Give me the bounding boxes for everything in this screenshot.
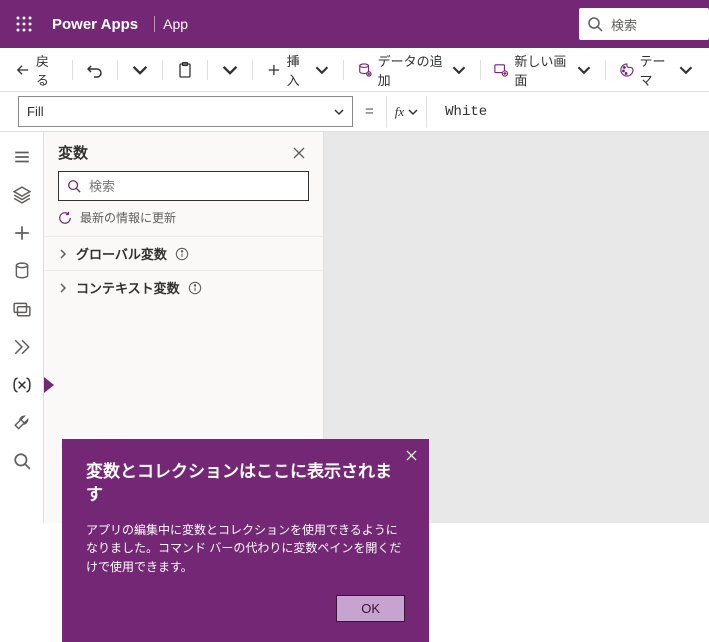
waffle-icon bbox=[16, 16, 32, 32]
property-name: Fill bbox=[27, 104, 44, 119]
group-context-variables[interactable]: コンテキスト変数 bbox=[44, 270, 323, 304]
rail-variables[interactable] bbox=[0, 366, 44, 404]
refresh-label: 最新の情報に更新 bbox=[80, 209, 176, 226]
rail-hamburger[interactable] bbox=[0, 138, 44, 176]
global-search-placeholder: 検索 bbox=[611, 15, 637, 34]
close-icon bbox=[406, 450, 417, 461]
callout-body: アプリの編集中に変数とコレクションを使用できるようになりました。コマンド バーの… bbox=[86, 521, 405, 577]
refresh-icon bbox=[58, 211, 72, 225]
formula-bar: Fill = fx White bbox=[0, 92, 709, 132]
search-icon bbox=[587, 16, 603, 32]
paste-dropdown[interactable] bbox=[214, 54, 246, 86]
info-icon[interactable] bbox=[175, 247, 189, 261]
variables-search[interactable] bbox=[58, 171, 309, 201]
chevron-right-icon bbox=[58, 249, 68, 259]
variable-icon bbox=[13, 376, 31, 394]
chevron-down-icon bbox=[222, 62, 238, 78]
property-selector[interactable]: Fill bbox=[18, 96, 353, 127]
undo-dropdown[interactable] bbox=[124, 54, 156, 86]
rail-media[interactable] bbox=[0, 290, 44, 328]
insert-label: 挿入 bbox=[287, 51, 309, 89]
chevron-down-icon bbox=[452, 62, 466, 78]
database-icon bbox=[358, 62, 372, 78]
variables-panel-title: 変数 bbox=[58, 142, 88, 163]
palette-icon bbox=[620, 62, 634, 78]
undo-icon bbox=[87, 62, 103, 78]
tools-icon bbox=[13, 414, 31, 432]
chevron-down-icon bbox=[334, 107, 344, 117]
rail-advanced-tools[interactable] bbox=[0, 404, 44, 442]
command-bar: 戻る 挿入 データの追加 新しい画面 テーマ bbox=[0, 48, 709, 92]
formula-input[interactable]: White bbox=[435, 96, 691, 127]
group-label: グローバル変数 bbox=[76, 244, 167, 263]
group-global-variables[interactable]: グローバル変数 bbox=[44, 236, 323, 270]
chevron-down-icon bbox=[408, 107, 418, 117]
rail-tree-view[interactable] bbox=[0, 176, 44, 214]
paste-button[interactable] bbox=[169, 54, 201, 86]
group-label: コンテキスト変数 bbox=[76, 278, 180, 297]
database-icon bbox=[13, 262, 31, 280]
new-screen-label: 新しい画面 bbox=[514, 51, 571, 89]
app-launcher-button[interactable] bbox=[0, 0, 48, 48]
back-arrow-icon bbox=[16, 62, 30, 78]
callout-pointer bbox=[44, 377, 54, 393]
separator bbox=[343, 60, 344, 80]
undo-button[interactable] bbox=[79, 54, 111, 86]
layers-icon bbox=[13, 186, 31, 204]
callout-ok-button[interactable]: OK bbox=[336, 595, 405, 622]
plus-icon bbox=[267, 62, 281, 78]
divider bbox=[154, 16, 155, 32]
rail-data[interactable] bbox=[0, 252, 44, 290]
rail-search[interactable] bbox=[0, 442, 44, 480]
chevron-down-icon bbox=[132, 62, 148, 78]
close-panel-button[interactable] bbox=[289, 143, 309, 163]
info-icon[interactable] bbox=[188, 281, 202, 295]
insert-button[interactable]: 挿入 bbox=[259, 54, 337, 86]
separator bbox=[207, 60, 208, 80]
theme-label: テーマ bbox=[640, 51, 674, 89]
chevron-right-icon bbox=[58, 283, 68, 293]
separator bbox=[72, 60, 73, 80]
product-name: Power Apps bbox=[48, 16, 146, 33]
callout-title: 変数とコレクションはここに表示されます bbox=[86, 461, 405, 507]
hamburger-icon bbox=[13, 148, 31, 166]
chevron-down-icon bbox=[679, 62, 693, 78]
main-area: 変数 最新の情報に更新 グローバル変数 コンテキスト変数 bbox=[0, 132, 709, 523]
back-label: 戻る bbox=[36, 51, 59, 89]
flow-icon bbox=[13, 338, 31, 356]
fx-button[interactable]: fx bbox=[386, 96, 427, 127]
search-icon bbox=[13, 452, 31, 470]
theme-button[interactable]: テーマ bbox=[612, 54, 701, 86]
separator bbox=[117, 60, 118, 80]
separator bbox=[162, 60, 163, 80]
add-data-button[interactable]: データの追加 bbox=[350, 54, 474, 86]
rail-power-automate[interactable] bbox=[0, 328, 44, 366]
variables-search-input[interactable] bbox=[89, 179, 300, 194]
chevron-down-icon bbox=[315, 62, 329, 78]
separator bbox=[605, 60, 606, 80]
equals-sign: = bbox=[361, 96, 378, 127]
global-search[interactable]: 検索 bbox=[579, 8, 709, 40]
media-icon bbox=[13, 300, 31, 318]
back-button[interactable]: 戻る bbox=[8, 54, 66, 86]
fx-label: fx bbox=[395, 104, 404, 120]
screen-plus-icon bbox=[494, 62, 508, 78]
add-data-label: データの追加 bbox=[378, 51, 446, 89]
refresh-button[interactable]: 最新の情報に更新 bbox=[44, 209, 323, 236]
chevron-down-icon bbox=[577, 62, 591, 78]
left-rail bbox=[0, 132, 44, 523]
top-bar: Power Apps App 検索 bbox=[0, 0, 709, 48]
plus-icon bbox=[13, 224, 31, 242]
teaching-callout: 変数とコレクションはここに表示されます アプリの編集中に変数とコレクションを使用… bbox=[62, 439, 429, 642]
search-icon bbox=[67, 179, 81, 193]
separator bbox=[252, 60, 253, 80]
new-screen-button[interactable]: 新しい画面 bbox=[486, 54, 598, 86]
separator bbox=[480, 60, 481, 80]
callout-close-button[interactable] bbox=[401, 445, 421, 465]
close-icon bbox=[293, 147, 305, 159]
clipboard-icon bbox=[177, 62, 193, 78]
app-name: App bbox=[163, 16, 188, 32]
rail-insert[interactable] bbox=[0, 214, 44, 252]
